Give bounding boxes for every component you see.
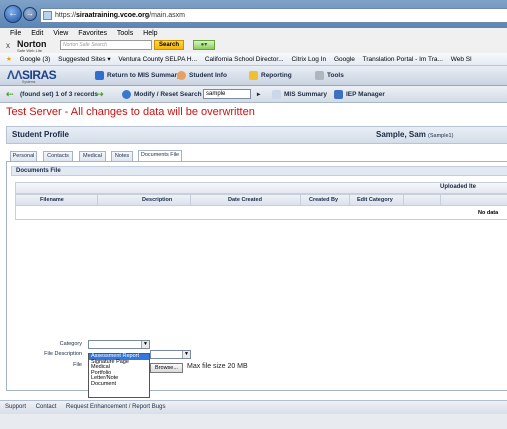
norton-status-icon[interactable]: ●▾ — [193, 40, 215, 50]
forward-icon[interactable]: → — [23, 7, 37, 21]
menu-bar: File Edit View Favorites Tools Help — [0, 28, 507, 39]
return-mis-summary-button[interactable]: Return to MIS Summary — [95, 71, 181, 81]
url-path: /main.asxm — [149, 12, 185, 19]
reporting-label: Reporting — [261, 72, 292, 80]
section-title: Documents File — [11, 166, 507, 176]
fav-translation-portal[interactable]: Translation Portal - Im Tra... — [363, 56, 443, 63]
menu-help[interactable]: Help — [143, 30, 157, 37]
footer-enhancement-link[interactable]: Request Enhancement / Report Bugs — [66, 404, 165, 410]
fav-california-school[interactable]: California School Director... — [205, 56, 284, 63]
back-icon[interactable]: ← — [4, 5, 22, 23]
reporting-icon — [249, 71, 258, 80]
iep-manager-label: IEP Manager — [346, 91, 385, 99]
mis-summary-label: MIS Summary — [284, 91, 327, 99]
logo-subtitle: Systems — [22, 80, 36, 84]
documents-grid-body — [15, 206, 507, 220]
modify-search-label: Modify / Reset Search — [134, 91, 202, 99]
favorites-star-icon[interactable]: ★ — [6, 56, 12, 63]
favicon-icon — [43, 11, 52, 20]
reporting-button[interactable]: Reporting — [249, 71, 292, 81]
uploaded-items-header: Uploaded Ite — [440, 184, 477, 190]
browse-button[interactable]: Browse... — [150, 363, 183, 373]
record-counter: (found set) 1 of 3 records — [20, 91, 99, 98]
fav-suggested-sites[interactable]: Suggested Sites ▾ — [58, 56, 110, 63]
tools-label: Tools — [327, 72, 344, 80]
column-description[interactable]: Description — [142, 197, 172, 203]
test-server-warning: Test Server - All changes to data will b… — [6, 106, 255, 118]
menu-view[interactable]: View — [53, 30, 68, 37]
address-bar[interactable]: https://siraatraining.vcoe.org/main.asxm — [40, 8, 507, 23]
fav-google[interactable]: Google — [334, 56, 355, 63]
grid-group-header — [15, 182, 507, 194]
category-select[interactable]: ▼ — [88, 340, 150, 349]
footer-support-link[interactable]: Support — [5, 404, 26, 410]
student-info-button[interactable]: Student Info — [177, 71, 227, 81]
page-title: Student Profile — [12, 130, 69, 139]
footer-contact-link[interactable]: Contact — [36, 404, 57, 410]
fav-google-3[interactable]: Google (3) — [20, 56, 51, 63]
return-icon — [95, 71, 104, 80]
page-bottom — [0, 414, 507, 429]
student-id: (Sample1) — [428, 133, 454, 139]
iep-manager-button[interactable]: IEP Manager — [334, 90, 385, 99]
max-file-size-note: Max file size 20 MB — [187, 363, 248, 370]
mis-summary-icon — [272, 90, 281, 99]
category-dropdown-list[interactable]: Assessment Report Signature Page Medical… — [88, 353, 150, 398]
mis-summary-button[interactable]: MIS Summary — [272, 90, 327, 99]
empty-grid-message: No data — [478, 210, 499, 216]
prev-record-icon[interactable]: ⇠ — [6, 90, 14, 100]
modify-search-button[interactable]: Modify / Reset Search — [122, 90, 202, 99]
next-record-icon[interactable]: ⇢ — [96, 90, 104, 100]
tab-personal[interactable]: Personal — [10, 151, 37, 161]
file-label: File — [73, 362, 82, 368]
fav-web-slice[interactable]: Web Sl — [451, 56, 472, 63]
column-date-created[interactable]: Date Created — [228, 197, 262, 203]
url-host: siraatraining.vcoe.org — [76, 12, 150, 19]
tab-documents-file[interactable]: Documents File — [138, 150, 182, 161]
category-label: Category — [59, 341, 82, 347]
tab-medical[interactable]: Medical — [79, 151, 106, 161]
column-edit-category[interactable]: Edit Category — [357, 197, 393, 203]
student-icon — [177, 71, 186, 80]
column-divider — [440, 194, 441, 206]
tools-icon — [315, 71, 324, 80]
norton-search-input[interactable]: Norton Safe Search — [60, 40, 152, 50]
student-name-text: Sample, Sam — [376, 130, 426, 139]
column-divider — [97, 194, 98, 206]
student-info-label: Student Info — [189, 72, 227, 80]
category-option-document[interactable]: Document — [89, 381, 149, 388]
column-divider — [349, 194, 350, 206]
norton-close-icon[interactable]: x — [6, 41, 10, 50]
chevron-down-icon[interactable]: ▼ — [141, 341, 149, 348]
menu-favorites[interactable]: Favorites — [78, 30, 107, 37]
menu-file[interactable]: File — [10, 30, 21, 37]
menu-edit[interactable]: Edit — [31, 30, 43, 37]
tab-notes[interactable]: Notes — [111, 151, 133, 161]
file-description-label: File Description — [44, 351, 82, 357]
tools-button[interactable]: Tools — [315, 71, 344, 81]
column-filename[interactable]: Filename — [40, 197, 64, 203]
iep-manager-icon — [334, 90, 343, 99]
favorites-bar: ★ Google (3) Suggested Sites ▾ Ventura C… — [0, 53, 507, 66]
file-description-select[interactable]: ▼ — [150, 350, 191, 359]
search-icon — [122, 90, 131, 99]
search-go-icon[interactable]: ▸ — [257, 90, 260, 99]
fav-citrix[interactable]: Citrix Log In — [291, 56, 326, 63]
student-name: Sample, Sam (Sample1) — [376, 130, 453, 139]
return-mis-label: Return to MIS Summary — [107, 72, 181, 80]
norton-search-button[interactable]: Search — [154, 40, 184, 50]
fav-ventura-selpa[interactable]: Ventura County SELPA H... — [118, 56, 197, 63]
record-search-input[interactable]: sample — [203, 89, 251, 99]
tab-contacts[interactable]: Contacts — [43, 151, 73, 161]
menu-tools[interactable]: Tools — [117, 30, 133, 37]
page-footer: Support Contact Request Enhancement / Re… — [0, 400, 507, 414]
url-prefix: https:// — [55, 12, 77, 19]
column-divider — [300, 194, 301, 206]
column-divider — [403, 194, 404, 206]
chevron-down-icon[interactable]: ▼ — [182, 351, 190, 358]
column-divider — [190, 194, 191, 206]
column-created-by[interactable]: Created By — [309, 197, 338, 203]
